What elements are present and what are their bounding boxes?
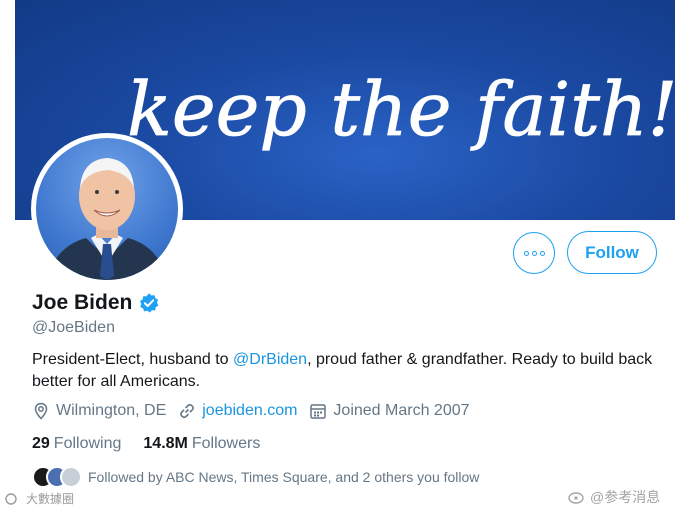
profile-handle: @JoeBiden bbox=[32, 319, 115, 336]
avatar-photo bbox=[36, 138, 178, 280]
location: Wilmington, DE bbox=[32, 402, 166, 420]
watermark-icon bbox=[5, 492, 17, 505]
website-link[interactable]: joebiden.com bbox=[202, 402, 297, 420]
follow-button[interactable]: Follow bbox=[567, 231, 657, 274]
joined-date: Joined March 2007 bbox=[309, 402, 470, 420]
profile-bio: President-Elect, husband to @DrBiden, pr… bbox=[32, 351, 653, 390]
link-icon bbox=[180, 403, 195, 419]
verified-badge-icon bbox=[140, 293, 159, 313]
followed-by[interactable]: Followed by ABC News, Times Square, and … bbox=[32, 466, 479, 488]
bio-mention-link[interactable]: @DrBiden bbox=[233, 351, 307, 368]
avatar[interactable] bbox=[31, 133, 183, 285]
profile-stats: 29 Following 14.8M Followers bbox=[32, 435, 282, 453]
banner-slogan: keep the faith! bbox=[127, 67, 675, 153]
calendar-icon bbox=[310, 404, 327, 419]
more-icon bbox=[523, 250, 529, 256]
followed-by-text: Followed by ABC News, Times Square, and … bbox=[88, 469, 480, 485]
location-icon bbox=[34, 402, 48, 420]
profile-meta: Wilmington, DE joebiden.com Joined March… bbox=[32, 402, 482, 420]
display-name: Joe Biden bbox=[32, 291, 133, 314]
weibo-icon bbox=[568, 492, 584, 504]
profile-name-row: Joe Biden bbox=[32, 291, 160, 315]
followed-by-avatars bbox=[32, 466, 82, 488]
following-stat[interactable]: 29 Following bbox=[32, 435, 121, 453]
watermark-right: @参考消息 bbox=[568, 487, 660, 507]
website[interactable]: joebiden.com bbox=[178, 402, 297, 420]
followers-stat[interactable]: 14.8M Followers bbox=[143, 435, 260, 453]
watermark-left: 大數據圈 bbox=[4, 490, 74, 507]
profile-card: keep the faith! Follow Joe Biden @JoeBid… bbox=[15, 0, 675, 515]
more-options-button[interactable] bbox=[513, 232, 555, 274]
mini-avatar bbox=[60, 466, 82, 488]
